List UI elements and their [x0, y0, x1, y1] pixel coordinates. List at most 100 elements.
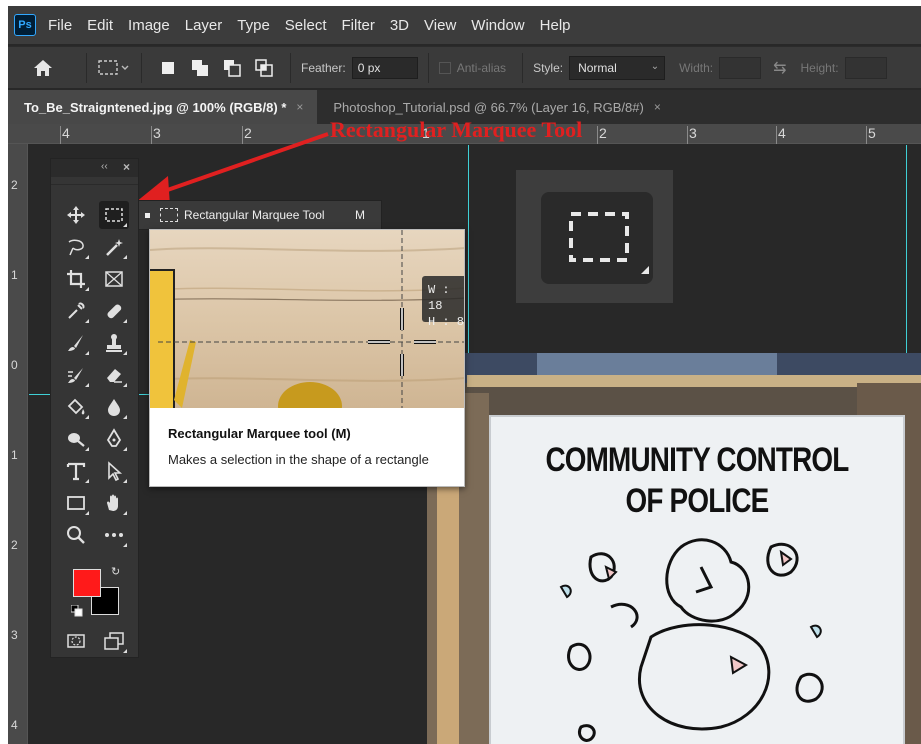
eyedropper-tool[interactable]: [61, 297, 91, 325]
panel-grip[interactable]: [51, 177, 138, 185]
submenu-indicator-icon: [123, 447, 127, 451]
selected-bullet-icon: [145, 212, 150, 218]
path-selection-icon: [108, 461, 123, 482]
add-to-selection-icon[interactable]: [190, 58, 210, 78]
divider: [141, 52, 142, 83]
tool-preset-marquee-icon[interactable]: [97, 57, 131, 79]
quick-mask-icon: [67, 634, 85, 648]
foreground-color-swatch[interactable]: [73, 569, 101, 597]
tooltip-description: Makes a selection in the shape of a rect…: [168, 452, 429, 467]
menu-layer[interactable]: Layer: [185, 17, 223, 34]
default-colors-icon[interactable]: [71, 605, 83, 617]
width-input[interactable]: [719, 56, 762, 79]
path-selection-tool[interactable]: [99, 457, 129, 485]
antialias-checkbox[interactable]: [438, 61, 451, 74]
move-tool[interactable]: [61, 201, 91, 229]
submenu-indicator-icon: [85, 447, 89, 451]
edit-toolbar-button[interactable]: [99, 521, 129, 549]
healing-brush-icon: [107, 304, 122, 319]
pen-icon: [106, 428, 122, 447]
menu-view[interactable]: View: [424, 17, 456, 34]
feather-input[interactable]: 0 px: [351, 56, 418, 79]
ruler-label: 4: [62, 125, 70, 141]
clone-stamp-tool[interactable]: [99, 329, 129, 357]
ruler-label: 2: [11, 538, 18, 552]
submenu-indicator-icon: [123, 479, 127, 483]
divider: [427, 52, 429, 83]
pen-tool[interactable]: [99, 425, 129, 453]
new-selection-icon[interactable]: [158, 58, 178, 78]
flyout-shortcut: M: [355, 208, 365, 222]
ruler-label: 1: [11, 268, 18, 282]
crop-tool[interactable]: [61, 265, 91, 293]
menu-edit[interactable]: Edit: [87, 17, 113, 34]
eraser-icon: [107, 369, 122, 383]
quick-mask-button[interactable]: [61, 627, 91, 655]
marquee-flyout-menu-item[interactable]: Rectangular Marquee Tool M: [138, 200, 382, 230]
clone-stamp-icon: [106, 334, 122, 352]
healing-brush-tool[interactable]: [99, 297, 129, 325]
ruler-label: 4: [778, 125, 786, 141]
ruler-label: 0: [11, 358, 18, 372]
zoom-icon: [67, 526, 85, 544]
menu-select[interactable]: Select: [285, 17, 327, 34]
swap-colors-icon[interactable]: ↻: [111, 565, 120, 578]
tab-label: To_Be_Straigntened.jpg @ 100% (RGB/8) *: [24, 99, 287, 115]
style-dropdown[interactable]: Normal ⌄: [569, 55, 666, 80]
sign-line-1: COMMUNITY CONTROL: [545, 441, 849, 479]
rectangle-tool[interactable]: [61, 489, 91, 517]
zoom-tool[interactable]: [61, 521, 91, 549]
crop-icon: [67, 270, 85, 288]
submenu-indicator-icon: [85, 255, 89, 259]
style-value: Normal: [578, 60, 617, 75]
cartoon-drawing: [559, 538, 824, 742]
close-icon[interactable]: ×: [654, 100, 661, 114]
eraser-tool[interactable]: [99, 361, 129, 389]
magic-wand-tool[interactable]: [99, 233, 129, 261]
type-tool[interactable]: [61, 457, 91, 485]
ruler-vertical[interactable]: 2 1 0 1 2 3 4: [8, 144, 28, 744]
height-input[interactable]: [844, 56, 887, 79]
lasso-tool[interactable]: [61, 233, 91, 261]
ruler-tick: [866, 126, 867, 144]
menu-help[interactable]: Help: [540, 17, 571, 34]
blur-tool[interactable]: [99, 393, 129, 421]
rectangle-shape-icon: [67, 496, 85, 510]
dodge-tool[interactable]: [61, 425, 91, 453]
intersect-selection-icon[interactable]: [254, 58, 274, 78]
frame-tool[interactable]: [99, 265, 129, 293]
paint-bucket-tool[interactable]: [61, 393, 91, 421]
submenu-indicator-icon: [85, 511, 89, 515]
submenu-indicator-icon: [85, 319, 89, 323]
enlarged-marquee-tool-image: [516, 170, 673, 303]
ruler-label: 4: [11, 718, 18, 732]
rectangular-marquee-tool[interactable]: [99, 201, 129, 229]
close-icon[interactable]: ×: [123, 160, 130, 174]
hand-tool[interactable]: [99, 489, 129, 517]
brush-tool[interactable]: [61, 329, 91, 357]
more-tools-icon: [105, 533, 123, 537]
history-brush-tool[interactable]: [61, 361, 91, 389]
screen-mode-button[interactable]: [99, 627, 129, 655]
close-icon[interactable]: ×: [296, 100, 303, 114]
menu-window[interactable]: Window: [471, 17, 524, 34]
subtract-from-selection-icon[interactable]: [222, 58, 242, 78]
brush-icon: [68, 335, 83, 351]
submenu-indicator-icon: [85, 383, 89, 387]
style-label: Style:: [533, 60, 564, 75]
sign-board: COMMUNITY CONTROL OF POLICE: [489, 415, 905, 744]
menu-3d[interactable]: 3D: [390, 17, 409, 34]
menu-filter[interactable]: Filter: [342, 17, 375, 34]
ruler-tick: [597, 126, 598, 144]
swap-width-height-icon[interactable]: ⇆: [773, 58, 786, 78]
tooltip-title: Rectangular Marquee tool (M): [168, 426, 351, 441]
tab-label: Photoshop_Tutorial.psd @ 66.7% (Layer 16…: [333, 99, 644, 115]
menu-image[interactable]: Image: [128, 17, 170, 34]
home-icon[interactable]: [32, 57, 54, 79]
photoshop-logo-icon: Ps: [14, 14, 36, 36]
collapse-icon[interactable]: ‹‹: [101, 161, 108, 172]
menu-type[interactable]: Type: [237, 17, 270, 34]
menu-file[interactable]: File: [48, 17, 72, 34]
tab-to-be-straightened[interactable]: To_Be_Straigntened.jpg @ 100% (RGB/8) * …: [8, 90, 318, 124]
submenu-indicator-icon: [123, 351, 127, 355]
